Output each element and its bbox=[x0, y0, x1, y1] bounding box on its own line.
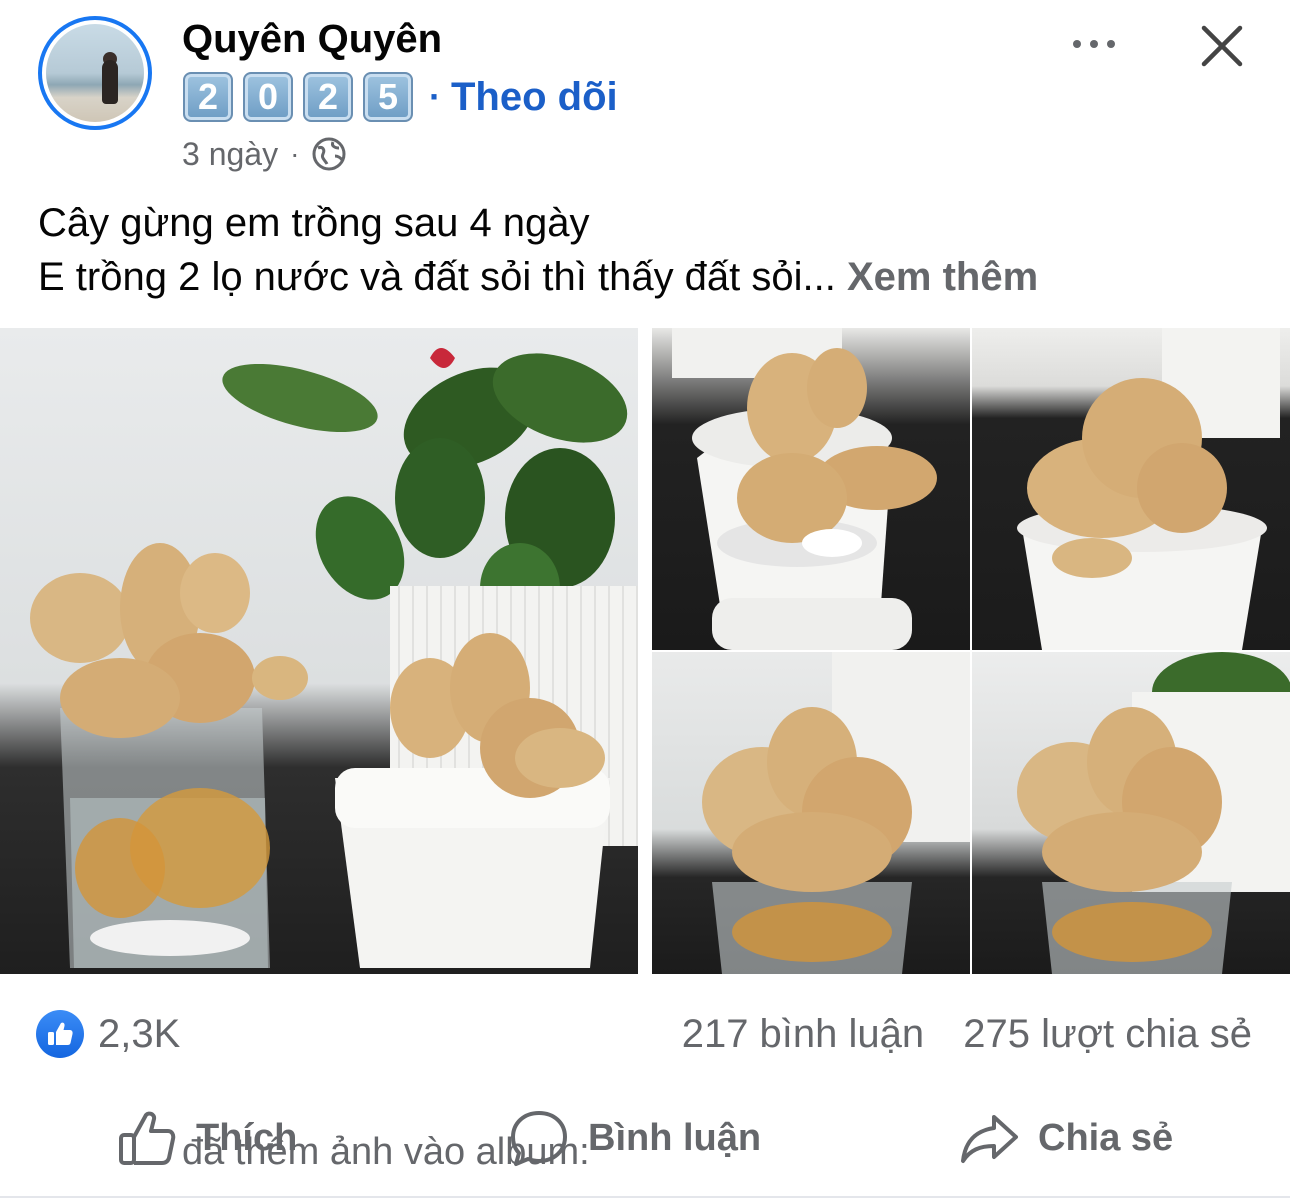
share-count[interactable]: 275 lượt chia sẻ bbox=[963, 1012, 1252, 1056]
reaction-count[interactable]: 2,3K bbox=[98, 1008, 180, 1060]
post-timestamp[interactable]: 3 ngày bbox=[182, 136, 278, 173]
comment-bubble-icon bbox=[511, 1111, 567, 1166]
engagement-stats: 217 bình luận 275 lượt chia sẻ bbox=[682, 1008, 1252, 1060]
thumbs-up-icon[interactable] bbox=[36, 1010, 84, 1058]
author-name[interactable]: Quyên Quyên bbox=[182, 17, 442, 61]
post-photo-4[interactable] bbox=[652, 652, 970, 974]
post-caption: Cây gừng em trồng sau 4 ngày E trồng 2 l… bbox=[38, 196, 1258, 304]
follow-button[interactable]: Theo dõi bbox=[451, 75, 618, 120]
comment-button[interactable]: Bình luận bbox=[508, 1100, 761, 1176]
separator-dot: · bbox=[290, 138, 300, 169]
like-button-label: Thích bbox=[196, 1116, 298, 1159]
album-digit[interactable]: 5 bbox=[363, 72, 413, 122]
comment-button-label: Bình luận bbox=[588, 1116, 762, 1159]
post-photo-5[interactable] bbox=[972, 652, 1290, 974]
close-icon[interactable] bbox=[1196, 20, 1248, 72]
share-button-label: Chia sẻ bbox=[1038, 1116, 1174, 1159]
thumbs-up-outline-icon bbox=[119, 1111, 176, 1165]
post-photo-2[interactable] bbox=[652, 328, 970, 650]
album-title-row: 2 0 2 5 · Theo dõi bbox=[183, 70, 618, 124]
divider bbox=[0, 1196, 1290, 1198]
more-options-icon[interactable] bbox=[1064, 24, 1124, 64]
caption-line: E trồng 2 lọ nước và đất sỏi thì thấy đấ… bbox=[38, 250, 1258, 304]
globe-icon bbox=[312, 137, 346, 171]
post-photo-main[interactable] bbox=[0, 328, 638, 974]
separator-dot: · bbox=[429, 76, 441, 117]
see-more-link[interactable]: Xem thêm bbox=[847, 255, 1038, 299]
caption-line-text: E trồng 2 lọ nước và đất sỏi thì thấy đấ… bbox=[38, 255, 836, 299]
caption-line: Cây gừng em trồng sau 4 ngày bbox=[38, 201, 590, 245]
avatar[interactable] bbox=[38, 16, 152, 130]
share-button[interactable]: Chia sẻ bbox=[958, 1100, 1173, 1176]
like-button[interactable]: Thích bbox=[116, 1100, 297, 1176]
album-digit[interactable]: 2 bbox=[303, 72, 353, 122]
avatar-photo bbox=[46, 24, 144, 122]
album-digit[interactable]: 2 bbox=[183, 72, 233, 122]
album-digit[interactable]: 0 bbox=[243, 72, 293, 122]
post-meta: 3 ngày · bbox=[182, 132, 347, 176]
post-header-line: Quyên Quyên đã thêm ảnh vào album: bbox=[182, 14, 590, 1173]
comment-count[interactable]: 217 bình luận bbox=[682, 1012, 924, 1056]
post-photo-3[interactable] bbox=[972, 328, 1290, 650]
share-arrow-icon bbox=[961, 1115, 1018, 1163]
